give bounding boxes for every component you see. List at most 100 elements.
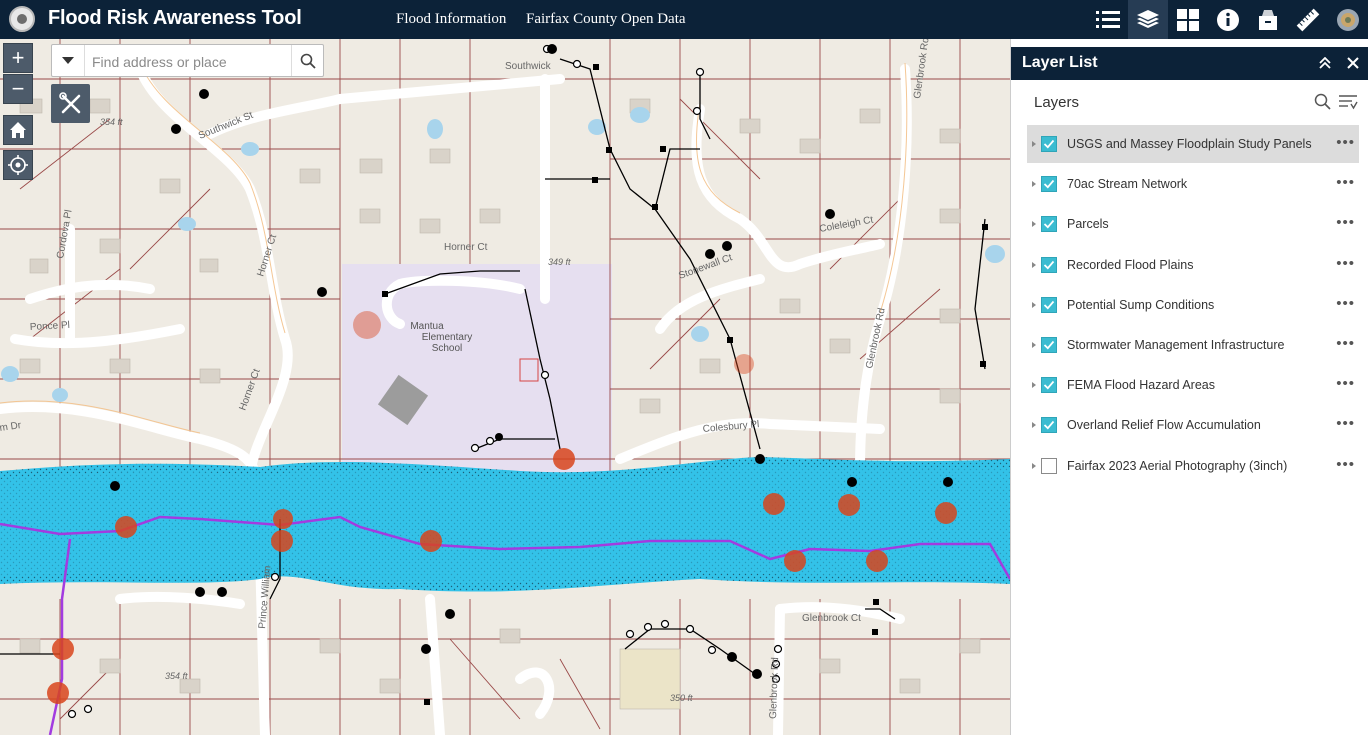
home-button[interactable] bbox=[3, 115, 33, 145]
check-icon bbox=[1043, 139, 1055, 149]
check-icon bbox=[1043, 420, 1055, 430]
layer-visibility-checkbox[interactable] bbox=[1041, 337, 1057, 353]
locate-button[interactable] bbox=[3, 150, 33, 180]
layer-item[interactable]: Fairfax 2023 Aerial Photography (3inch) •… bbox=[1027, 447, 1359, 485]
layers-subtitle: Layers bbox=[1034, 94, 1080, 111]
glenbrook-ct-label: Glenbrook Ct bbox=[802, 613, 861, 624]
zoom-in-button[interactable]: + bbox=[3, 43, 33, 73]
layer-menu-button[interactable]: ••• bbox=[1336, 255, 1355, 272]
layer-menu-button[interactable]: ••• bbox=[1336, 295, 1355, 312]
layer-options-button[interactable] bbox=[1338, 93, 1358, 111]
ponce-pl-label: Ponce Pl bbox=[30, 320, 71, 333]
tools-icon bbox=[58, 91, 80, 113]
layers-icon[interactable] bbox=[1128, 0, 1168, 39]
list-icon[interactable] bbox=[1088, 0, 1128, 39]
close-panel-button[interactable] bbox=[1343, 53, 1363, 73]
open-data-link[interactable]: Fairfax County Open Data bbox=[526, 11, 686, 28]
layer-name: USGS and Massey Floodplain Study Panels bbox=[1067, 137, 1312, 151]
layer-name: Stormwater Management Infrastructure bbox=[1067, 338, 1285, 352]
elevation-label: 354 ft bbox=[100, 117, 123, 127]
layer-item[interactable]: Potential Sump Conditions ••• bbox=[1027, 286, 1359, 324]
expand-caret-icon[interactable] bbox=[1032, 262, 1036, 268]
layer-visibility-checkbox[interactable] bbox=[1041, 176, 1057, 192]
layer-name: Potential Sump Conditions bbox=[1067, 298, 1215, 312]
school-label-line2: Elementary bbox=[422, 332, 473, 343]
home-icon bbox=[10, 122, 26, 138]
layer-visibility-checkbox[interactable] bbox=[1041, 417, 1057, 433]
layer-visibility-checkbox[interactable] bbox=[1041, 257, 1057, 273]
layer-visibility-checkbox[interactable] bbox=[1041, 377, 1057, 393]
layer-name: Overland Relief Flow Accumulation bbox=[1067, 418, 1261, 432]
flood-information-link[interactable]: Flood Information bbox=[396, 11, 506, 28]
check-icon bbox=[1043, 179, 1055, 189]
school-label-line3: School bbox=[432, 343, 463, 354]
search-icon bbox=[300, 53, 316, 69]
expand-caret-icon[interactable] bbox=[1032, 463, 1036, 469]
expand-caret-icon[interactable] bbox=[1032, 422, 1036, 428]
layer-menu-button[interactable]: ••• bbox=[1336, 415, 1355, 432]
layer-menu-button[interactable]: ••• bbox=[1336, 214, 1355, 231]
map-view[interactable]: Mantua Elementary School Horner Ct South… bbox=[0, 39, 1010, 735]
layer-item[interactable]: 70ac Stream Network ••• bbox=[1027, 165, 1359, 203]
layer-menu-button[interactable]: ••• bbox=[1336, 375, 1355, 392]
search-source-dropdown[interactable] bbox=[52, 45, 85, 76]
search-button[interactable] bbox=[291, 45, 323, 76]
layer-item[interactable]: Stormwater Management Infrastructure ••• bbox=[1027, 326, 1359, 364]
layer-name: Recorded Flood Plains bbox=[1067, 258, 1194, 272]
layer-menu-button[interactable]: ••• bbox=[1336, 335, 1355, 352]
layer-visibility-checkbox[interactable] bbox=[1041, 216, 1057, 232]
check-icon bbox=[1043, 260, 1055, 270]
map-canvas[interactable]: Mantua Elementary School Horner Ct South… bbox=[0, 39, 1010, 735]
layer-menu-button[interactable]: ••• bbox=[1336, 456, 1355, 473]
layer-list-panel: Layer List Layers USGS and Massey Floodp… bbox=[1010, 39, 1368, 735]
app-title: Flood Risk Awareness Tool bbox=[48, 7, 302, 29]
expand-caret-icon[interactable] bbox=[1032, 302, 1036, 308]
school-label-line1: Mantua bbox=[410, 321, 444, 332]
layer-visibility-checkbox[interactable] bbox=[1041, 297, 1057, 313]
expand-caret-icon[interactable] bbox=[1032, 342, 1036, 348]
layer-search-button[interactable] bbox=[1314, 93, 1332, 111]
layer-item[interactable]: FEMA Flood Hazard Areas ••• bbox=[1027, 366, 1359, 404]
measure-icon[interactable] bbox=[1288, 0, 1328, 39]
zoom-out-button[interactable]: − bbox=[3, 74, 33, 104]
county-seal-logo bbox=[9, 6, 35, 32]
layer-visibility-checkbox[interactable] bbox=[1041, 136, 1057, 152]
check-icon bbox=[1043, 340, 1055, 350]
globe-icon[interactable] bbox=[1328, 0, 1368, 39]
search-widget bbox=[51, 44, 324, 77]
print-icon[interactable] bbox=[1248, 0, 1288, 39]
check-icon bbox=[1043, 380, 1055, 390]
close-icon bbox=[1347, 57, 1359, 69]
header-toolbar bbox=[1088, 0, 1368, 39]
layer-item[interactable]: Recorded Flood Plains ••• bbox=[1027, 246, 1359, 284]
layer-menu-button[interactable]: ••• bbox=[1336, 174, 1355, 191]
list-filter-icon bbox=[1339, 95, 1358, 110]
basemap-gallery-icon[interactable] bbox=[1168, 0, 1208, 39]
locate-icon bbox=[8, 155, 28, 175]
layer-item[interactable]: Parcels ••• bbox=[1027, 205, 1359, 243]
app-header: Flood Risk Awareness Tool Flood Informat… bbox=[0, 0, 1368, 39]
tools-button[interactable] bbox=[51, 84, 90, 123]
layer-item[interactable]: Overland Relief Flow Accumulation ••• bbox=[1027, 406, 1359, 444]
search-icon bbox=[1314, 93, 1331, 110]
caret-down-icon bbox=[62, 56, 74, 64]
search-input[interactable] bbox=[90, 50, 294, 73]
layer-item[interactable]: USGS and Massey Floodplain Study Panels •… bbox=[1027, 125, 1359, 163]
check-icon bbox=[1043, 219, 1055, 229]
layer-visibility-checkbox[interactable] bbox=[1041, 458, 1057, 474]
elevation-label-3: 354 ft bbox=[165, 671, 188, 681]
layer-menu-button[interactable]: ••• bbox=[1336, 134, 1355, 151]
panel-title: Layer List bbox=[1022, 54, 1098, 71]
expand-caret-icon[interactable] bbox=[1032, 221, 1036, 227]
layer-name: 70ac Stream Network bbox=[1067, 177, 1188, 191]
southwick-label: Southwick bbox=[505, 61, 552, 72]
expand-caret-icon[interactable] bbox=[1032, 181, 1036, 187]
info-icon[interactable] bbox=[1208, 0, 1248, 39]
expand-caret-icon[interactable] bbox=[1032, 141, 1036, 147]
glenbrook-rd-label-3: Glenbrook Rd bbox=[768, 657, 781, 719]
layer-name: FEMA Flood Hazard Areas bbox=[1067, 378, 1215, 392]
expand-caret-icon[interactable] bbox=[1032, 382, 1036, 388]
layer-name: Parcels bbox=[1067, 217, 1109, 231]
collapse-panel-button[interactable] bbox=[1315, 53, 1335, 73]
floodplain-core bbox=[0, 465, 1010, 584]
